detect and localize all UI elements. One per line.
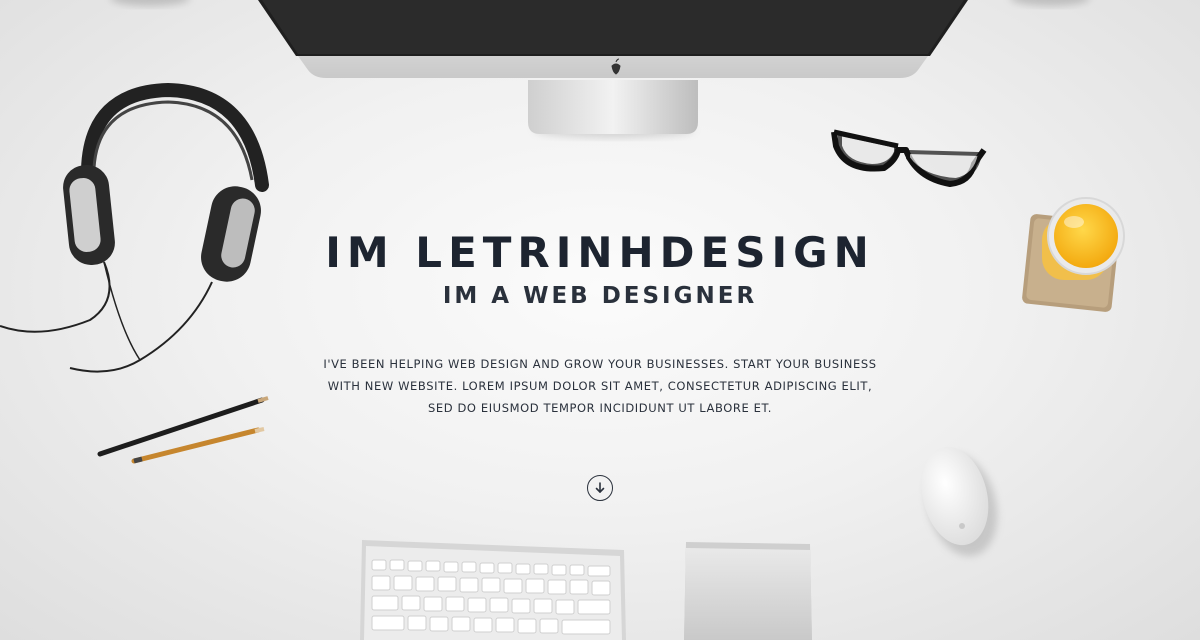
imac-monitor	[258, 0, 968, 138]
glasses	[831, 129, 987, 187]
magic-mouse	[921, 446, 998, 557]
arrow-down-circle-icon	[595, 482, 605, 493]
hero-section: IM LETRINHDESIGN IM A WEB DESIGNER I'VE …	[0, 228, 1200, 419]
scroll-down-button[interactable]	[587, 475, 613, 501]
hero-description-line: SED DO EIUSMOD TEMPOR INCIDIDUNT UT LABO…	[427, 401, 773, 415]
keyboard	[360, 540, 626, 640]
hero-description-line: I'VE BEEN HELPING WEB DESIGN AND GROW YO…	[323, 357, 877, 371]
hero-subtitle: IM A WEB DESIGNER	[442, 283, 758, 309]
hero-description: I'VE BEEN HELPING WEB DESIGN AND GROW YO…	[320, 353, 880, 419]
hero-title: IM LETRINHDESIGN	[325, 228, 875, 277]
trackpad	[684, 542, 812, 640]
hero-description-line: WITH NEW WEBSITE. LOREM IPSUM DOLOR SIT …	[327, 379, 873, 393]
